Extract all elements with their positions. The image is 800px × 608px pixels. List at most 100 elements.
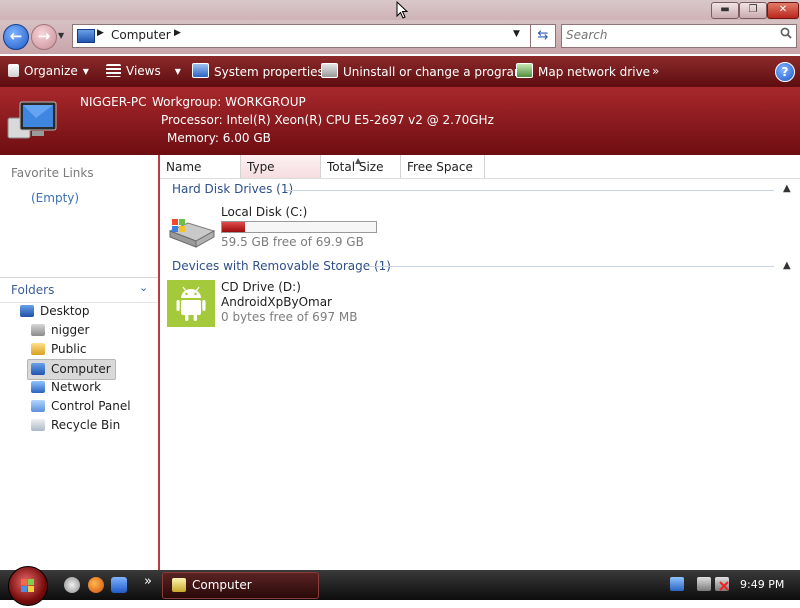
folder-icon bbox=[31, 343, 45, 355]
network-icon bbox=[31, 381, 45, 393]
firefox-icon[interactable] bbox=[88, 577, 104, 593]
uninstall-program-button[interactable]: Uninstall or change a program bbox=[321, 63, 526, 81]
drive-free-space: 59.5 GB free of 69.9 GB bbox=[221, 235, 364, 249]
breadcrumb-arrow-icon[interactable]: ▶ bbox=[174, 28, 181, 38]
collapse-group-icon[interactable]: ▲ bbox=[783, 260, 791, 271]
maximize-button[interactable]: ❐ bbox=[739, 2, 767, 19]
map-drive-label: Map network drive bbox=[538, 65, 651, 79]
display-icon[interactable] bbox=[697, 577, 711, 591]
breadcrumb-computer[interactable]: Computer bbox=[111, 28, 171, 42]
android-cd-drive-icon bbox=[167, 280, 215, 327]
tree-item-label: Desktop bbox=[40, 304, 90, 318]
network-status-icon[interactable] bbox=[670, 577, 684, 591]
tree-item-computer[interactable]: Computer bbox=[27, 359, 116, 380]
switch-windows-icon[interactable] bbox=[111, 577, 127, 593]
tree-item-recycle-bin[interactable]: Recycle Bin bbox=[31, 416, 120, 435]
toolbar-overflow-button[interactable]: » bbox=[652, 63, 659, 81]
address-dropdown-icon[interactable]: ▼ bbox=[513, 29, 520, 39]
group-header-removable-storage[interactable]: Devices with Removable Storage (1) bbox=[172, 259, 391, 273]
column-type-label: Type bbox=[247, 160, 275, 174]
control-panel-icon bbox=[31, 400, 45, 412]
folders-title: Folders bbox=[11, 283, 55, 297]
programs-icon bbox=[321, 63, 338, 78]
tree-item-label: Recycle Bin bbox=[51, 418, 121, 432]
forward-button[interactable]: → bbox=[31, 24, 57, 50]
organize-button[interactable]: Organize ▼ bbox=[8, 63, 89, 81]
tree-item-public[interactable]: Public bbox=[31, 340, 87, 359]
start-button[interactable] bbox=[8, 566, 48, 606]
taskbar: » Computer 9:49 PM bbox=[0, 566, 800, 606]
back-button[interactable]: ← bbox=[3, 24, 29, 50]
group-divider bbox=[366, 266, 774, 267]
search-icon[interactable] bbox=[780, 27, 792, 43]
folders-header[interactable]: Folders ⌄ bbox=[0, 277, 158, 303]
capacity-bar-fill bbox=[222, 222, 245, 232]
views-button[interactable]: Views ▼ bbox=[106, 63, 181, 81]
system-properties-label: System properties bbox=[214, 65, 324, 79]
drive-name: Local Disk (C:) bbox=[221, 205, 308, 219]
chevron-down-icon: ▼ bbox=[82, 67, 89, 76]
group-divider bbox=[286, 190, 774, 191]
drive-free-space: 0 bytes free of 697 MB bbox=[221, 310, 358, 324]
quick-launch-overflow[interactable]: » bbox=[144, 574, 152, 589]
minimize-button[interactable]: ▬ bbox=[711, 2, 739, 19]
views-icon bbox=[106, 64, 121, 77]
column-type[interactable]: Type ▲ bbox=[241, 155, 361, 178]
processor-label: Processor: Intel(R) Xeon(R) CPU E5-2697 … bbox=[161, 113, 494, 127]
favorite-links-title: Favorite Links bbox=[11, 166, 94, 180]
show-desktop-icon[interactable] bbox=[64, 577, 80, 593]
group-header-hard-disk-drives[interactable]: Hard Disk Drives (1) bbox=[172, 182, 293, 196]
computer-icon bbox=[77, 29, 95, 43]
drive-name: CD Drive (D:) bbox=[221, 280, 301, 294]
map-network-drive-button[interactable]: Map network drive bbox=[516, 63, 650, 81]
capacity-bar bbox=[221, 221, 377, 233]
computer-icon bbox=[31, 363, 45, 375]
file-list: Name Type ▲ Total Size Free Space Hard D… bbox=[160, 155, 800, 570]
breadcrumb-arrow-icon[interactable]: ▶ bbox=[97, 28, 104, 38]
column-free-space[interactable]: Free Space bbox=[401, 155, 485, 178]
tree-item-label: Computer bbox=[51, 362, 111, 376]
recent-pages-chevron-icon[interactable]: ▼ bbox=[58, 31, 64, 40]
recycle-bin-icon bbox=[31, 419, 45, 431]
mouse-cursor-icon bbox=[396, 1, 408, 19]
column-name[interactable]: Name bbox=[160, 155, 241, 178]
tree-item-label: nigger bbox=[51, 323, 90, 337]
drive-cd-drive-d[interactable]: CD Drive (D:) AndroidXpByOmar 0 bytes fr… bbox=[166, 280, 386, 328]
search-input[interactable] bbox=[566, 28, 766, 42]
column-total-size[interactable]: Total Size bbox=[321, 155, 401, 178]
drive-local-disk-c[interactable]: Local Disk (C:) 59.5 GB free of 69.9 GB bbox=[166, 205, 386, 253]
search-box[interactable] bbox=[561, 24, 797, 48]
tree-item-user[interactable]: nigger bbox=[31, 321, 90, 340]
chevron-down-icon[interactable]: ⌄ bbox=[139, 281, 148, 294]
taskbar-window-computer[interactable]: Computer bbox=[162, 572, 319, 599]
navigation-pane: Favorite Links (Empty) Folders ⌄ Desktop… bbox=[0, 155, 160, 570]
windows-logo-icon bbox=[21, 579, 34, 592]
tree-item-label: Control Panel bbox=[51, 399, 131, 413]
memory-label: Memory: 6.00 GB bbox=[167, 131, 271, 145]
tree-item-control-panel[interactable]: Control Panel bbox=[31, 397, 131, 416]
folder-icon bbox=[172, 578, 186, 592]
uninstall-label: Uninstall or change a program bbox=[343, 65, 526, 79]
hard-disk-icon bbox=[168, 219, 216, 248]
system-properties-icon bbox=[192, 63, 209, 78]
tree-item-label: Public bbox=[51, 342, 87, 356]
tree-item-network[interactable]: Network bbox=[31, 378, 101, 397]
speaker-muted-icon[interactable] bbox=[715, 577, 729, 591]
tree-item-desktop[interactable]: Desktop bbox=[20, 302, 90, 321]
desktop-icon bbox=[20, 305, 34, 317]
clock[interactable]: 9:49 PM bbox=[740, 578, 784, 591]
address-toolbar: ← → ▼ ▶ Computer ▶ ▼ ⇆ bbox=[0, 20, 800, 54]
command-bar: Organize ▼ Views ▼ System properties Unins… bbox=[0, 56, 800, 87]
close-button[interactable]: ✕ bbox=[767, 2, 799, 19]
workgroup-label: Workgroup: WORKGROUP bbox=[152, 95, 306, 109]
help-button[interactable]: ? bbox=[775, 62, 795, 82]
computer-name: NIGGER-PC bbox=[80, 95, 147, 109]
system-properties-button[interactable]: System properties bbox=[192, 63, 324, 81]
collapse-group-icon[interactable]: ▲ bbox=[783, 183, 791, 194]
refresh-button[interactable]: ⇆ bbox=[530, 24, 556, 48]
user-folder-icon bbox=[31, 324, 45, 336]
taskbar-window-label: Computer bbox=[192, 578, 252, 592]
address-bar[interactable]: ▶ Computer ▶ ▼ bbox=[72, 24, 532, 48]
views-label: Views bbox=[126, 64, 161, 78]
column-header: Name Type ▲ Total Size Free Space bbox=[160, 155, 800, 179]
